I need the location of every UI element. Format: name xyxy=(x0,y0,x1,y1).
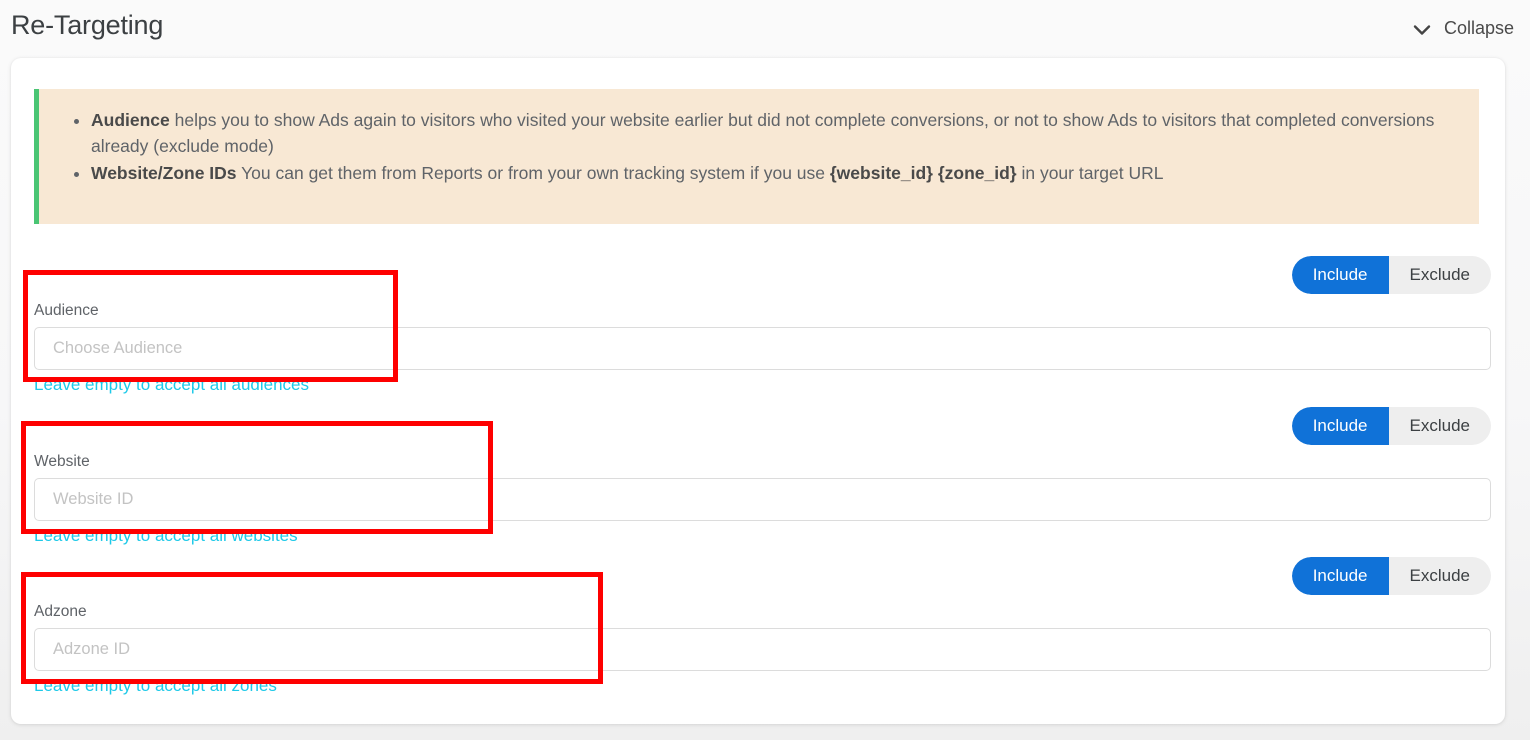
info-bold-macros: {website_id} {zone_id} xyxy=(829,163,1017,183)
info-bold-audience: Audience xyxy=(91,110,170,130)
info-banner-item-audience: Audience helps you to show Ads again to … xyxy=(91,107,1459,159)
adzone-field-group: Adzone Leave empty to accept all zones xyxy=(34,603,1491,697)
panel-header: Re-Targeting Collapse xyxy=(0,0,1530,58)
website-field-label: Website xyxy=(34,453,90,470)
info-text-after-macros: in your target URL xyxy=(1016,163,1164,183)
audience-field-label: Audience xyxy=(34,302,99,319)
website-include-exclude-toggle[interactable]: Include Exclude xyxy=(1291,407,1491,445)
adzone-exclude-option[interactable]: Exclude xyxy=(1389,557,1491,595)
adzone-include-option[interactable]: Include xyxy=(1291,557,1389,595)
audience-include-option[interactable]: Include xyxy=(1291,256,1389,294)
info-text-before-macros: You can get them from Reports or from yo… xyxy=(236,163,830,183)
website-include-option[interactable]: Include xyxy=(1291,407,1389,445)
adzone-input[interactable] xyxy=(34,628,1491,671)
audience-field-hint: Leave empty to accept all audiences xyxy=(34,375,310,394)
website-field-group: Website Leave empty to accept all websit… xyxy=(34,453,1491,547)
retargeting-card: Audience helps you to show Ads again to … xyxy=(11,58,1505,724)
adzone-include-exclude-toggle[interactable]: Include Exclude xyxy=(1291,557,1491,595)
website-field-hint: Leave empty to accept all websites xyxy=(34,526,298,545)
info-banner: Audience helps you to show Ads again to … xyxy=(34,89,1479,224)
website-exclude-option[interactable]: Exclude xyxy=(1389,407,1491,445)
website-input[interactable] xyxy=(34,478,1491,521)
collapse-button[interactable]: Collapse xyxy=(1413,18,1514,39)
collapse-button-label: Collapse xyxy=(1443,18,1514,38)
chevron-down-icon xyxy=(1413,23,1431,35)
page-title: Re-Targeting xyxy=(11,10,164,40)
info-text-audience: helps you to show Ads again to visitors … xyxy=(91,110,1435,156)
audience-input[interactable] xyxy=(34,327,1491,370)
audience-exclude-option[interactable]: Exclude xyxy=(1389,256,1491,294)
audience-field-group: Audience Leave empty to accept all audie… xyxy=(34,302,1491,396)
audience-include-exclude-toggle[interactable]: Include Exclude xyxy=(1291,256,1491,294)
info-banner-item-website-zone-ids: Website/Zone IDs You can get them from R… xyxy=(91,160,1459,186)
adzone-field-hint: Leave empty to accept all zones xyxy=(34,676,277,695)
info-banner-list: Audience helps you to show Ads again to … xyxy=(65,107,1459,186)
info-bold-website-zone-ids: Website/Zone IDs xyxy=(91,163,237,183)
adzone-field-label: Adzone xyxy=(34,603,87,620)
